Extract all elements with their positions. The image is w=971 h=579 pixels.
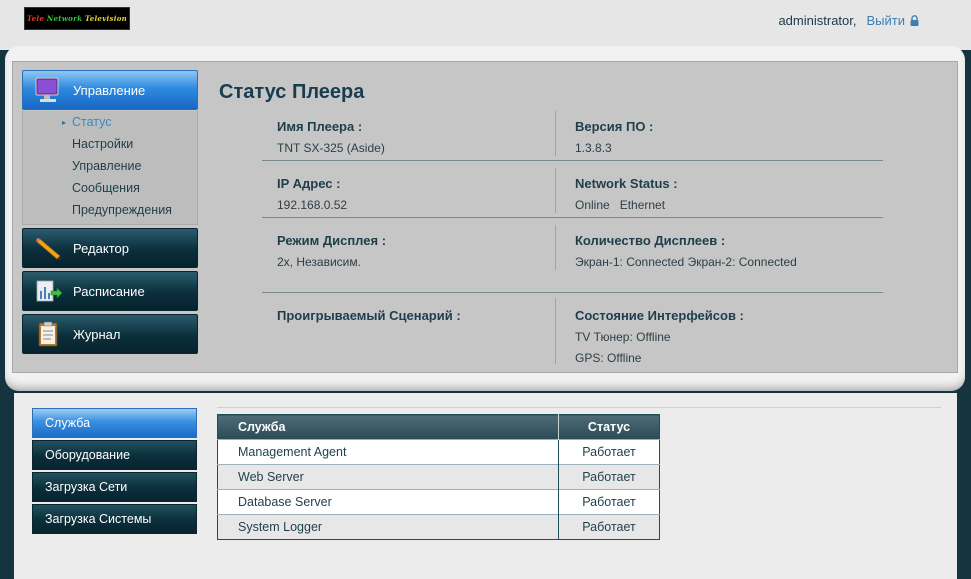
display-count-value: Экран-1: Connected Экран-2: Connected [575,255,797,269]
lock-icon [910,15,919,26]
column-divider [555,225,556,270]
service-name-cell: System Logger [217,514,559,540]
service-status-cell: Работает [558,514,660,540]
menu-section-label: Редактор [73,240,129,256]
pencil-icon [23,228,73,268]
username-label: administrator, [778,13,857,28]
logout-link[interactable]: Выйти [867,13,920,28]
logo-text-3: Television [85,14,128,23]
nav-system-load-button[interactable]: Загрузка Системы [32,504,197,534]
submenu-item-messages[interactable]: Сообщения [72,181,140,195]
display-mode-label: Режим Дисплея : [277,233,387,248]
display-mode-value: 2x, Независим. [277,255,361,269]
service-name-cell: Management Agent [217,439,559,465]
header-bar: Tele Network Television administrator, В… [0,0,971,50]
network-status-label: Network Status : [575,176,678,191]
schedule-icon [23,271,73,311]
table-row: Management Agent Работает [217,439,660,465]
nav-hardware-button[interactable]: Оборудование [32,440,197,470]
player-name-label: Имя Плеера : [277,119,363,134]
interfaces-label: Состояние Интерфейсов : [575,308,744,323]
submenu-item-settings[interactable]: Настройки [72,137,133,151]
ip-label: IP Адрес : [277,176,341,191]
logo-text-1: Tele [26,14,45,23]
column-divider [555,298,556,364]
service-status-cell: Работает [558,489,660,515]
column-header-status: Статус [558,414,660,440]
service-name-cell: Web Server [217,464,559,490]
services-table: Служба Статус Management Agent Работает … [217,414,660,540]
table-header-row: Служба Статус [217,414,660,440]
menu-section-schedule[interactable]: Расписание [22,271,198,311]
bullet-icon: ▸ [62,118,67,127]
service-status-cell: Работает [558,439,660,465]
menu-section-label: Расписание [73,283,145,299]
table-row: Web Server Работает [217,464,660,490]
version-value: 1.3.8.3 [575,141,612,155]
monitor-icon [23,70,73,110]
ip-value: 192.168.0.52 [277,198,348,212]
column-header-service: Служба [217,414,559,440]
display-count-label: Количество Дисплеев : [575,233,726,248]
divider-line [217,407,941,408]
nav-service-button[interactable]: Служба [32,408,197,438]
menu-section-label: Управление [73,82,146,98]
table-row: System Logger Работает [217,514,660,540]
row-divider [262,292,883,293]
column-divider [555,111,556,156]
menu-section-journal[interactable]: Журнал [22,314,198,354]
tv-tuner-value: TV Тюнер: Offline [575,330,671,344]
menu-section-management[interactable]: Управление [22,70,198,110]
table-row: Database Server Работает [217,489,660,515]
submenu-item-management[interactable]: Управление [72,159,142,173]
menu-section-editor[interactable]: Редактор [22,228,198,268]
clipboard-icon [23,314,73,354]
row-divider [262,217,883,218]
submenu-item-warnings[interactable]: Предупреждения [72,203,172,217]
column-divider [555,168,556,213]
player-name-value: TNT SX-325 (Aside) [277,141,385,155]
nav-network-load-button[interactable]: Загрузка Сети [32,472,197,502]
submenu-item-label: Статус [72,115,112,129]
gps-value: GPS: Offline [575,351,642,365]
user-area: administrator, Выйти [778,13,919,28]
logo-text-2: Network [46,14,83,23]
tnt-logo[interactable]: Tele Network Television [24,7,130,30]
service-status-cell: Работает [558,464,660,490]
service-name-cell: Database Server [217,489,559,515]
network-status-value: Online Ethernet [575,198,666,212]
scenario-label: Проигрываемый Сценарий : [277,308,461,323]
row-divider [262,160,883,161]
logout-label: Выйти [866,13,906,28]
menu-section-label: Журнал [73,326,121,342]
submenu-item-status[interactable]: ▸ Статус [62,115,112,129]
page-title: Статус Плеера [219,81,365,103]
version-label: Версия ПО : [575,119,654,134]
submenu: ▸ Статус Настройки Управление Сообщения … [22,111,198,225]
